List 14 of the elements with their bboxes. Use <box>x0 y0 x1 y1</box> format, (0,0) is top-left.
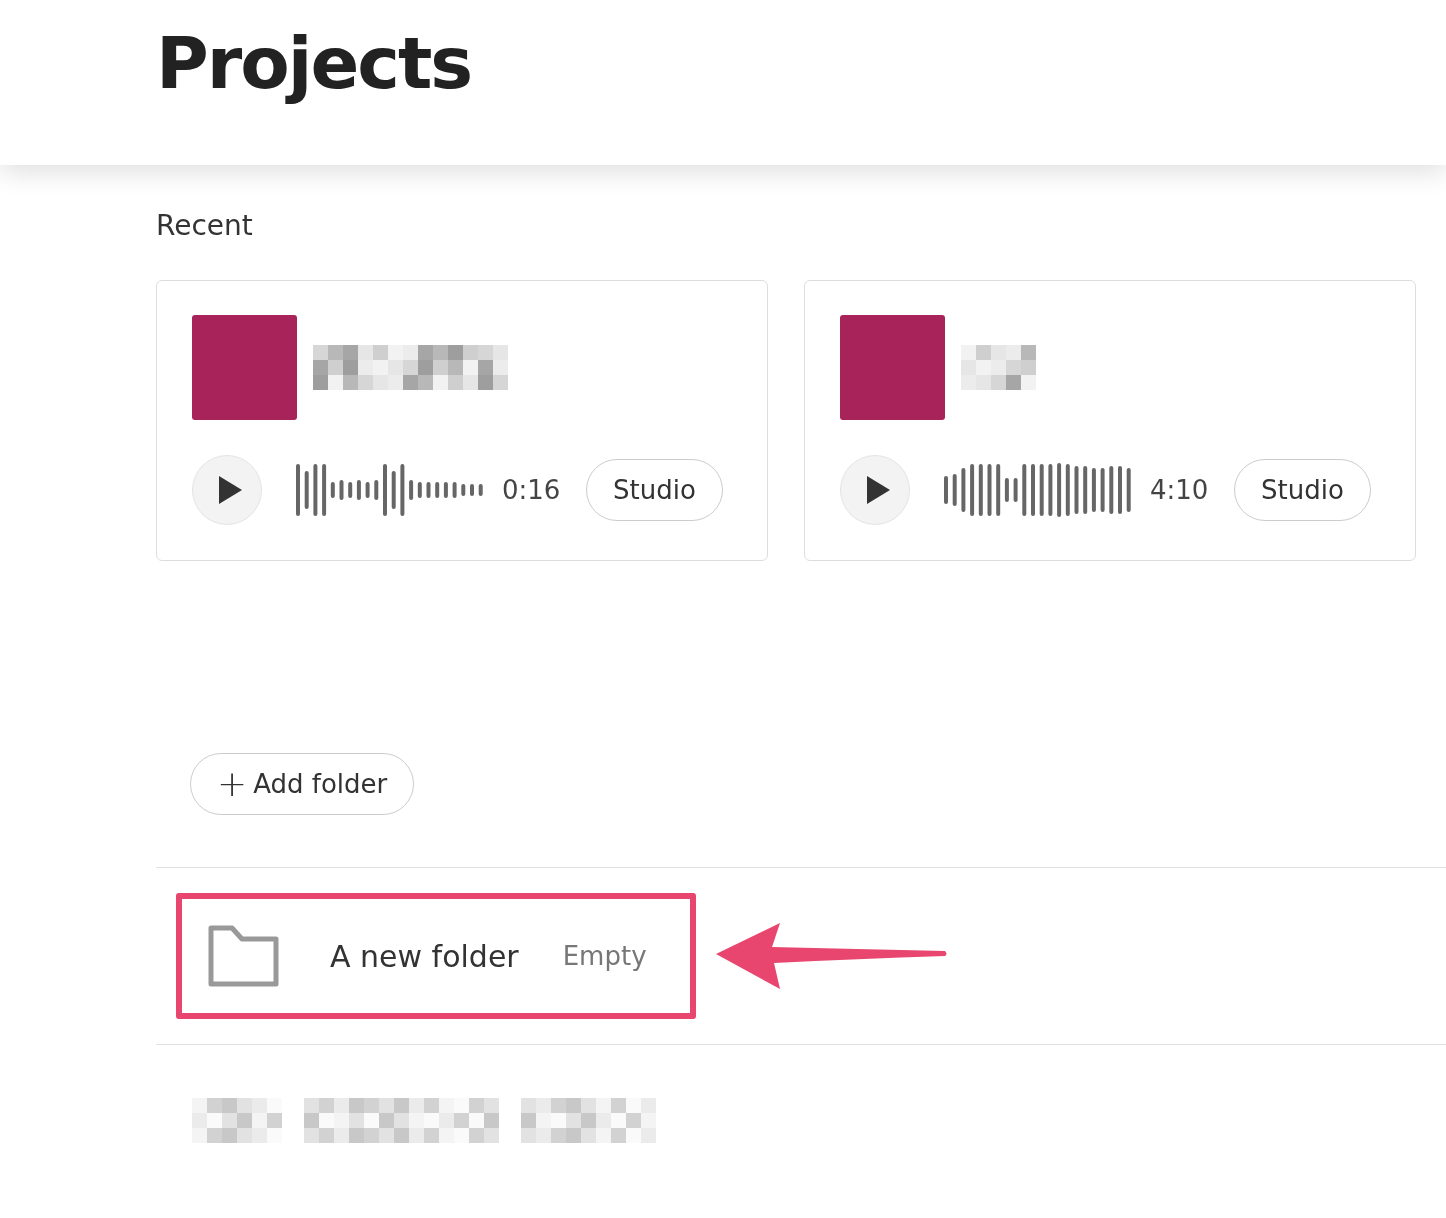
studio-button[interactable]: Studio <box>1234 459 1371 521</box>
folder-status: Empty <box>562 941 647 971</box>
section-heading: Recent <box>156 209 254 242</box>
folder-name: A new folder <box>330 938 519 974</box>
duration: 4:10 <box>1150 475 1210 505</box>
folder-item[interactable]: A new folder Empty <box>208 925 647 987</box>
studio-button[interactable]: Studio <box>586 459 723 521</box>
page-title: Projects <box>156 20 472 105</box>
highlight-box[interactable]: A new folder Empty <box>176 893 696 1019</box>
duration: 0:16 <box>502 475 562 505</box>
play-icon <box>217 475 243 505</box>
folder-icon <box>208 925 280 987</box>
add-folder-button[interactable]: + Add folder <box>190 753 415 815</box>
play-icon <box>865 475 891 505</box>
